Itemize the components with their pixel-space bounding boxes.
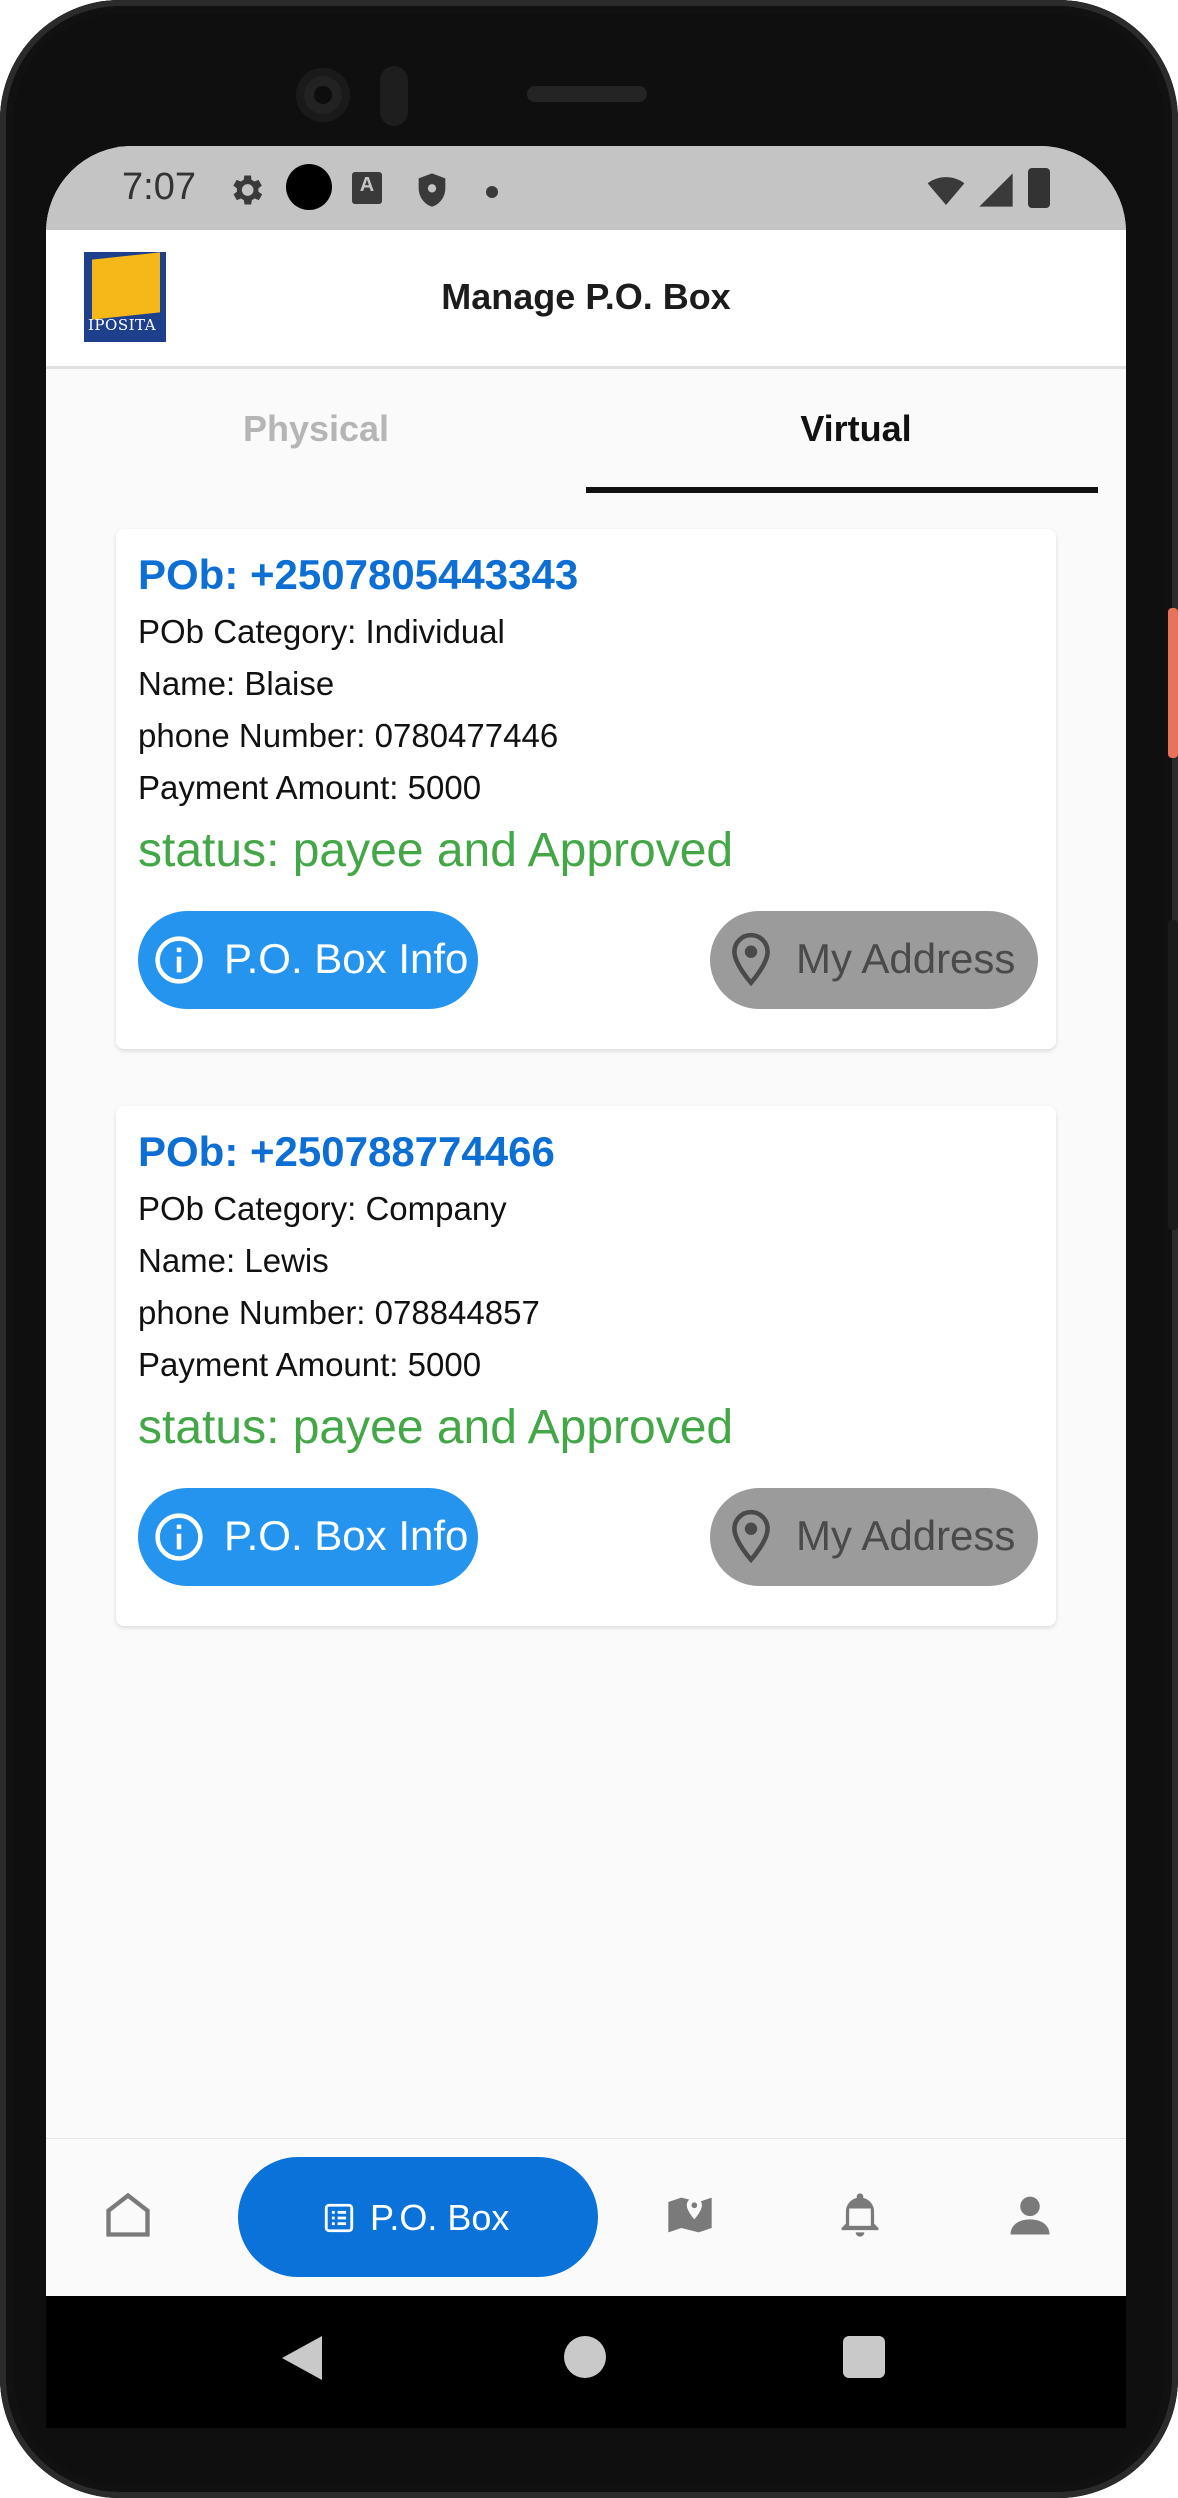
home-icon [106,2192,150,2237]
my-address-label: My Address [796,935,1016,982]
status-time: 7:07 [122,166,196,208]
back-icon[interactable] [282,2336,322,2380]
nav-pobox[interactable]: P.O. Box [238,2157,598,2277]
recents-icon[interactable] [843,2336,885,2378]
nav-notifications[interactable] [808,2139,908,2296]
power-button [1168,608,1178,758]
home-circle-icon[interactable] [564,2336,606,2378]
earpiece-speaker [527,86,647,102]
pobox-name: Name: Blaise [138,665,335,702]
location-pin-icon [732,932,770,987]
text-a-icon: A [352,172,382,204]
pobox-info-button[interactable]: P.O. Box Info [138,1488,478,1586]
pobox-category: POb Category: Company [138,1190,507,1227]
nav-home[interactable] [76,2139,176,2296]
app-bar: IPOSITA Manage P.O. Box [46,230,1126,369]
tab-indicator [586,487,1098,493]
pobox-number: POb: +250788774466 [138,1128,555,1175]
pobox-payment: Payment Amount: 5000 [138,769,482,806]
person-icon [1010,2196,1050,2235]
list-icon [324,2203,354,2233]
battery-icon [1028,168,1050,208]
pobox-info-label: P.O. Box Info [224,935,469,982]
map-icon [668,2197,712,2233]
volume-button [1168,920,1178,1230]
pobox-info-button[interactable]: P.O. Box Info [138,911,478,1009]
pobox-status: status: payee and Approved [138,824,734,877]
nav-map[interactable] [638,2139,738,2296]
my-address-button[interactable]: My Address [710,1488,1038,1586]
tab-physical[interactable]: Physical [46,369,586,495]
pobox-card: POb: +2507805443343 POb Category: Indivi… [116,529,1056,1049]
page-title: Manage P.O. Box [441,276,731,317]
tab-virtual[interactable]: Virtual [586,369,1126,495]
camera-dot-icon [286,164,332,210]
dot-icon [486,186,498,198]
signal-icon [979,173,1013,207]
wifi-icon [927,177,965,205]
bell-icon [841,2193,879,2237]
pobox-card: POb: +250788774466 POb Category: Company… [116,1106,1056,1626]
status-bar: 7:07 A [46,146,1126,230]
tab-bar: Physical Virtual [46,369,1126,499]
pobox-phone: phone Number: 078844857 [138,1294,540,1331]
gear-icon [233,175,263,205]
info-icon [155,1513,203,1561]
pobox-phone: phone Number: 0780477446 [138,717,559,754]
my-address-button[interactable]: My Address [710,911,1038,1009]
my-address-label: My Address [796,1512,1016,1559]
pobox-category: POb Category: Individual [138,613,505,650]
nav-pobox-label: P.O. Box [370,2197,510,2238]
screen: 7:07 A IPOSITA Manage P.O. Box Physical … [46,146,1126,2296]
front-camera [296,68,350,122]
pobox-info-label: P.O. Box Info [224,1512,469,1559]
pobox-name: Name: Lewis [138,1242,329,1279]
nav-profile[interactable] [978,2139,1078,2296]
info-icon [155,936,203,984]
location-pin-icon [732,1509,770,1564]
proximity-sensor [380,66,408,126]
bottom-navigation: P.O. Box [46,2138,1126,2296]
pobox-payment: Payment Amount: 5000 [138,1346,482,1383]
pobox-number: POb: +2507805443343 [138,551,579,598]
shield-icon [418,173,446,207]
system-navigation-bar [46,2296,1126,2428]
pobox-status: status: payee and Approved [138,1401,734,1454]
